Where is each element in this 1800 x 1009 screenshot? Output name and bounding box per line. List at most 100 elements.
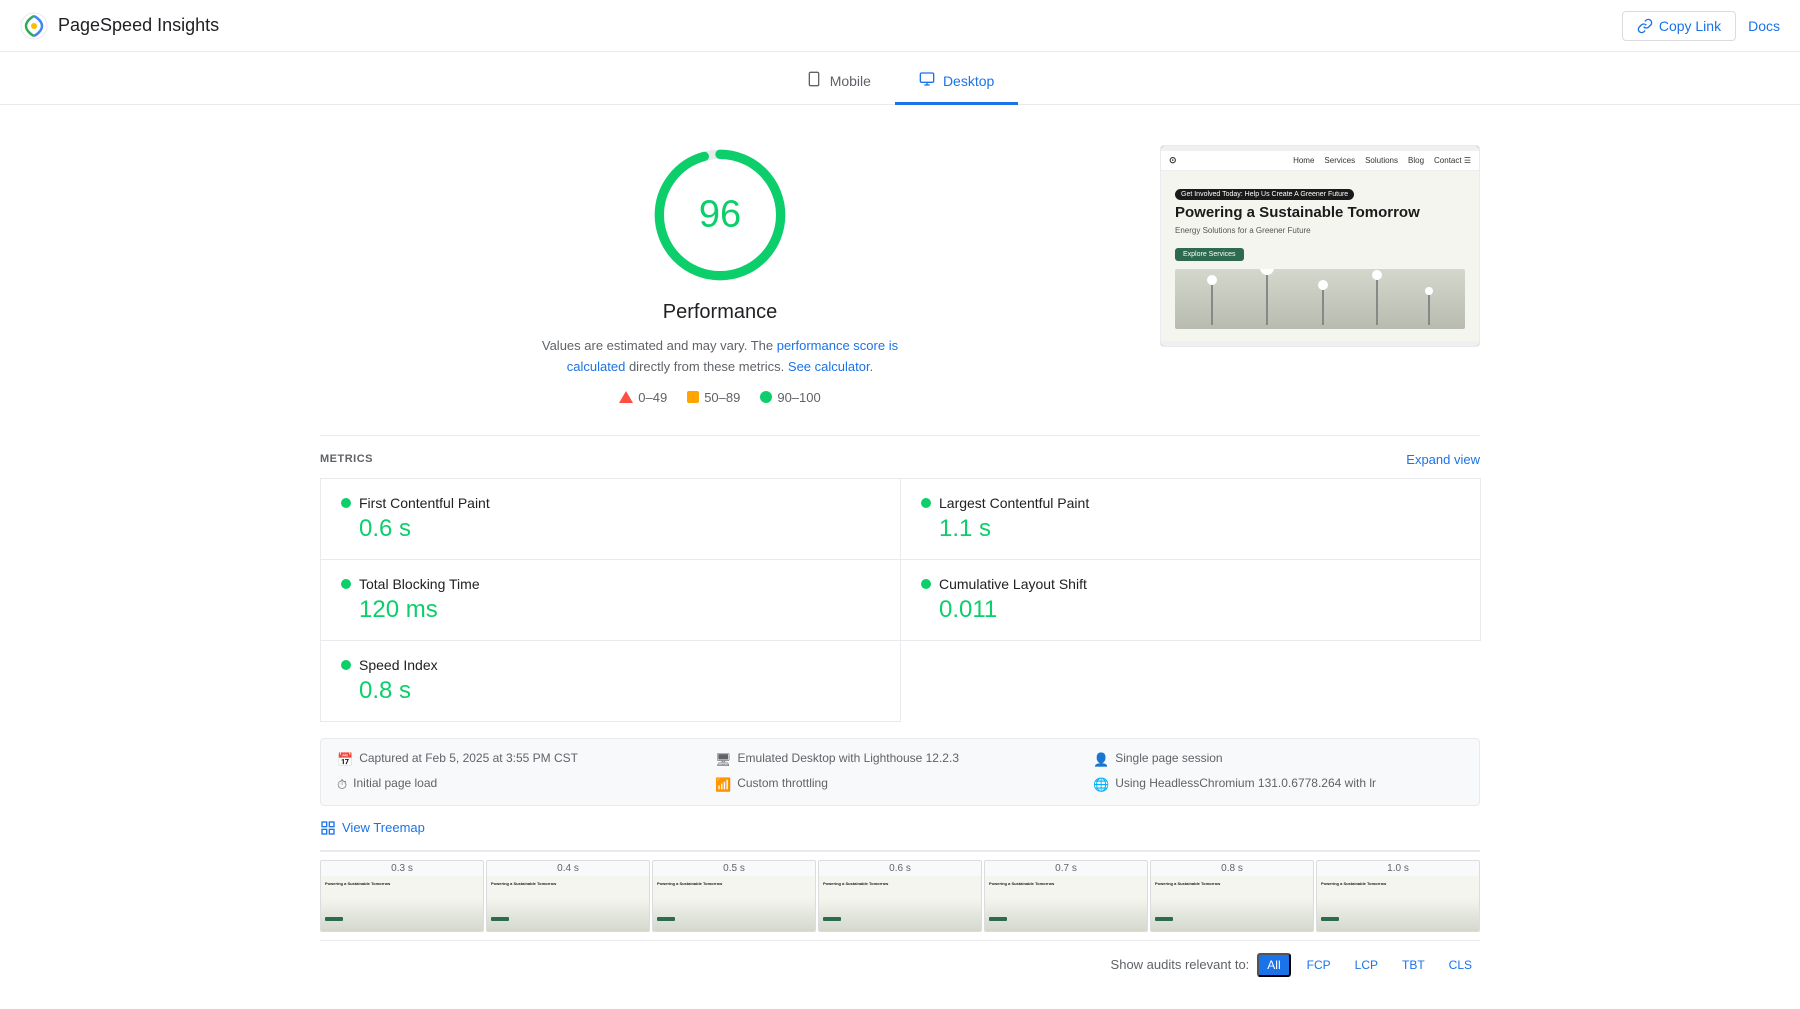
frame-time-6: 0.8 s: [1151, 861, 1313, 876]
fail-icon: [619, 391, 633, 403]
header-left: PageSpeed Insights: [20, 12, 219, 40]
filmstrip-frame-5: 0.7 s Powering a Sustainable Tomorrow: [984, 860, 1148, 932]
si-name: Speed Index: [359, 657, 438, 673]
metrics-section-label: METRICS: [320, 453, 373, 465]
calendar-icon: 📅: [337, 752, 353, 768]
header-right: Copy Link Docs: [1622, 11, 1780, 41]
info-browser-text: Using HeadlessChromium 131.0.6778.264 wi…: [1115, 776, 1376, 790]
tab-mobile[interactable]: Mobile: [782, 61, 895, 105]
audit-tag-all[interactable]: All: [1257, 953, 1290, 977]
windmill-5: [1425, 285, 1433, 325]
score-note-prefix: Values are estimated and may vary. The: [542, 338, 777, 353]
frame-time-3: 0.5 s: [653, 861, 815, 876]
info-emulated: 🖥 Emulated Desktop with Lighthouse 12.2.…: [715, 751, 1085, 768]
metric-cls-header: Cumulative Layout Shift: [921, 576, 1460, 592]
audit-tag-tbt[interactable]: TBT: [1394, 955, 1433, 975]
filmstrip-frame-7: 1.0 s Powering a Sustainable Tomorrow: [1316, 860, 1480, 932]
info-browser: 🌐 Using HeadlessChromium 131.0.6778.264 …: [1093, 776, 1463, 793]
filmstrip-frame-1: 0.3 s Powering a Sustainable Tomorrow: [320, 860, 484, 932]
pagespeed-logo: [20, 12, 48, 40]
info-captured-text: Captured at Feb 5, 2025 at 3:55 PM CST: [359, 751, 578, 765]
tbt-value: 120 ms: [341, 596, 880, 624]
fail-range: 0–49: [638, 390, 667, 405]
performance-score: 96: [699, 194, 741, 237]
screenshot-section: ⊙ Home Services Solutions Blog Contact ☰…: [1160, 145, 1480, 347]
audits-footer: Show audits relevant to: All FCP LCP TBT…: [320, 941, 1480, 989]
tab-mobile-label: Mobile: [830, 73, 871, 89]
performance-label: Performance: [663, 301, 778, 324]
filmstrip-frame-4: 0.6 s Powering a Sustainable Tomorrow: [818, 860, 982, 932]
cls-value: 0.011: [921, 596, 1460, 624]
tab-desktop[interactable]: Desktop: [895, 61, 1018, 105]
filmstrip-frame-6: 0.8 s Powering a Sustainable Tomorrow: [1150, 860, 1314, 932]
windmill-1: [1207, 273, 1217, 325]
tbt-status-dot: [341, 579, 351, 589]
pass-range: 90–100: [777, 390, 820, 405]
frame-img-6: Powering a Sustainable Tomorrow: [1151, 876, 1313, 931]
frame-img-3: Powering a Sustainable Tomorrow: [653, 876, 815, 931]
lcp-value: 1.1 s: [921, 515, 1460, 543]
score-note: Values are estimated and may vary. The p…: [530, 336, 910, 378]
user-icon: 👤: [1093, 752, 1109, 768]
pass-icon: [760, 391, 772, 403]
metric-tbt: Total Blocking Time 120 ms: [320, 559, 901, 641]
preview-logo-text: ⊙: [1169, 155, 1177, 166]
info-throttling-text: Custom throttling: [737, 776, 828, 790]
cls-name: Cumulative Layout Shift: [939, 576, 1087, 592]
metrics-grid: First Contentful Paint 0.6 s Largest Con…: [320, 479, 1480, 722]
preview-sub: Energy Solutions for a Greener Future: [1175, 226, 1465, 235]
performance-gauge: 96: [650, 145, 790, 285]
preview-windmills: [1175, 269, 1465, 329]
cls-status-dot: [921, 579, 931, 589]
info-session-text: Single page session: [1115, 751, 1222, 765]
preview-topbar: ⊙ Home Services Solutions Blog Contact ☰: [1161, 151, 1479, 171]
score-legend: 0–49 50–89 90–100: [619, 390, 820, 405]
metric-si: Speed Index 0.8 s: [320, 640, 901, 722]
average-range: 50–89: [704, 390, 740, 405]
lcp-name: Largest Contentful Paint: [939, 495, 1089, 511]
filmstrip-frame-2: 0.4 s Powering a Sustainable Tomorrow: [486, 860, 650, 932]
see-calculator-link[interactable]: See calculator.: [788, 359, 873, 374]
treemap-label: View Treemap: [342, 820, 425, 835]
windmill-3: [1318, 278, 1328, 325]
desktop-icon: [919, 71, 935, 90]
fcp-name: First Contentful Paint: [359, 495, 490, 511]
metric-si-header: Speed Index: [341, 657, 880, 673]
lcp-status-dot: [921, 498, 931, 508]
tab-desktop-label: Desktop: [943, 73, 994, 89]
metric-lcp-header: Largest Contentful Paint: [921, 495, 1460, 511]
info-pageload-text: Initial page load: [353, 776, 437, 790]
info-session: 👤 Single page session: [1093, 751, 1463, 768]
tabs-container: Mobile Desktop: [0, 52, 1800, 105]
metric-lcp: Largest Contentful Paint 1.1 s: [900, 478, 1481, 560]
filmstrip-frame-3: 0.5 s Powering a Sustainable Tomorrow: [652, 860, 816, 932]
audit-tag-lcp[interactable]: LCP: [1347, 955, 1386, 975]
score-note-suffix: directly from these metrics.: [625, 359, 784, 374]
metric-fcp: First Contentful Paint 0.6 s: [320, 478, 901, 560]
metric-tbt-header: Total Blocking Time: [341, 576, 880, 592]
preview-button: Explore Services: [1175, 248, 1244, 261]
info-throttling: 📶 Custom throttling: [715, 776, 1085, 793]
frame-time-5: 0.7 s: [985, 861, 1147, 876]
treemap-row: View Treemap: [320, 806, 1480, 851]
preview-nav: Home Services Solutions Blog Contact ☰: [1185, 156, 1471, 165]
windmill-2: [1260, 269, 1274, 325]
audits-footer-label: Show audits relevant to:: [1111, 957, 1250, 972]
frame-img-4: Powering a Sustainable Tomorrow: [819, 876, 981, 931]
screenshot-preview: ⊙ Home Services Solutions Blog Contact ☰…: [1161, 146, 1479, 346]
audit-tag-cls[interactable]: CLS: [1441, 955, 1480, 975]
docs-link[interactable]: Docs: [1748, 18, 1780, 34]
info-pageload: ⏱ Initial page load: [337, 776, 707, 793]
metric-cls: Cumulative Layout Shift 0.011: [900, 559, 1481, 641]
globe-icon: 🌐: [1093, 777, 1109, 793]
info-emulated-text: Emulated Desktop with Lighthouse 12.2.3: [738, 751, 959, 765]
frame-time-2: 0.4 s: [487, 861, 649, 876]
si-value: 0.8 s: [341, 677, 880, 705]
frame-img-1: Powering a Sustainable Tomorrow: [321, 876, 483, 931]
view-treemap-link[interactable]: View Treemap: [320, 820, 425, 836]
audit-tag-fcp[interactable]: FCP: [1299, 955, 1339, 975]
metric-fcp-header: First Contentful Paint: [341, 495, 880, 511]
fcp-value: 0.6 s: [341, 515, 880, 543]
copy-link-button[interactable]: Copy Link: [1622, 11, 1736, 41]
expand-view-link[interactable]: Expand view: [1406, 452, 1480, 467]
